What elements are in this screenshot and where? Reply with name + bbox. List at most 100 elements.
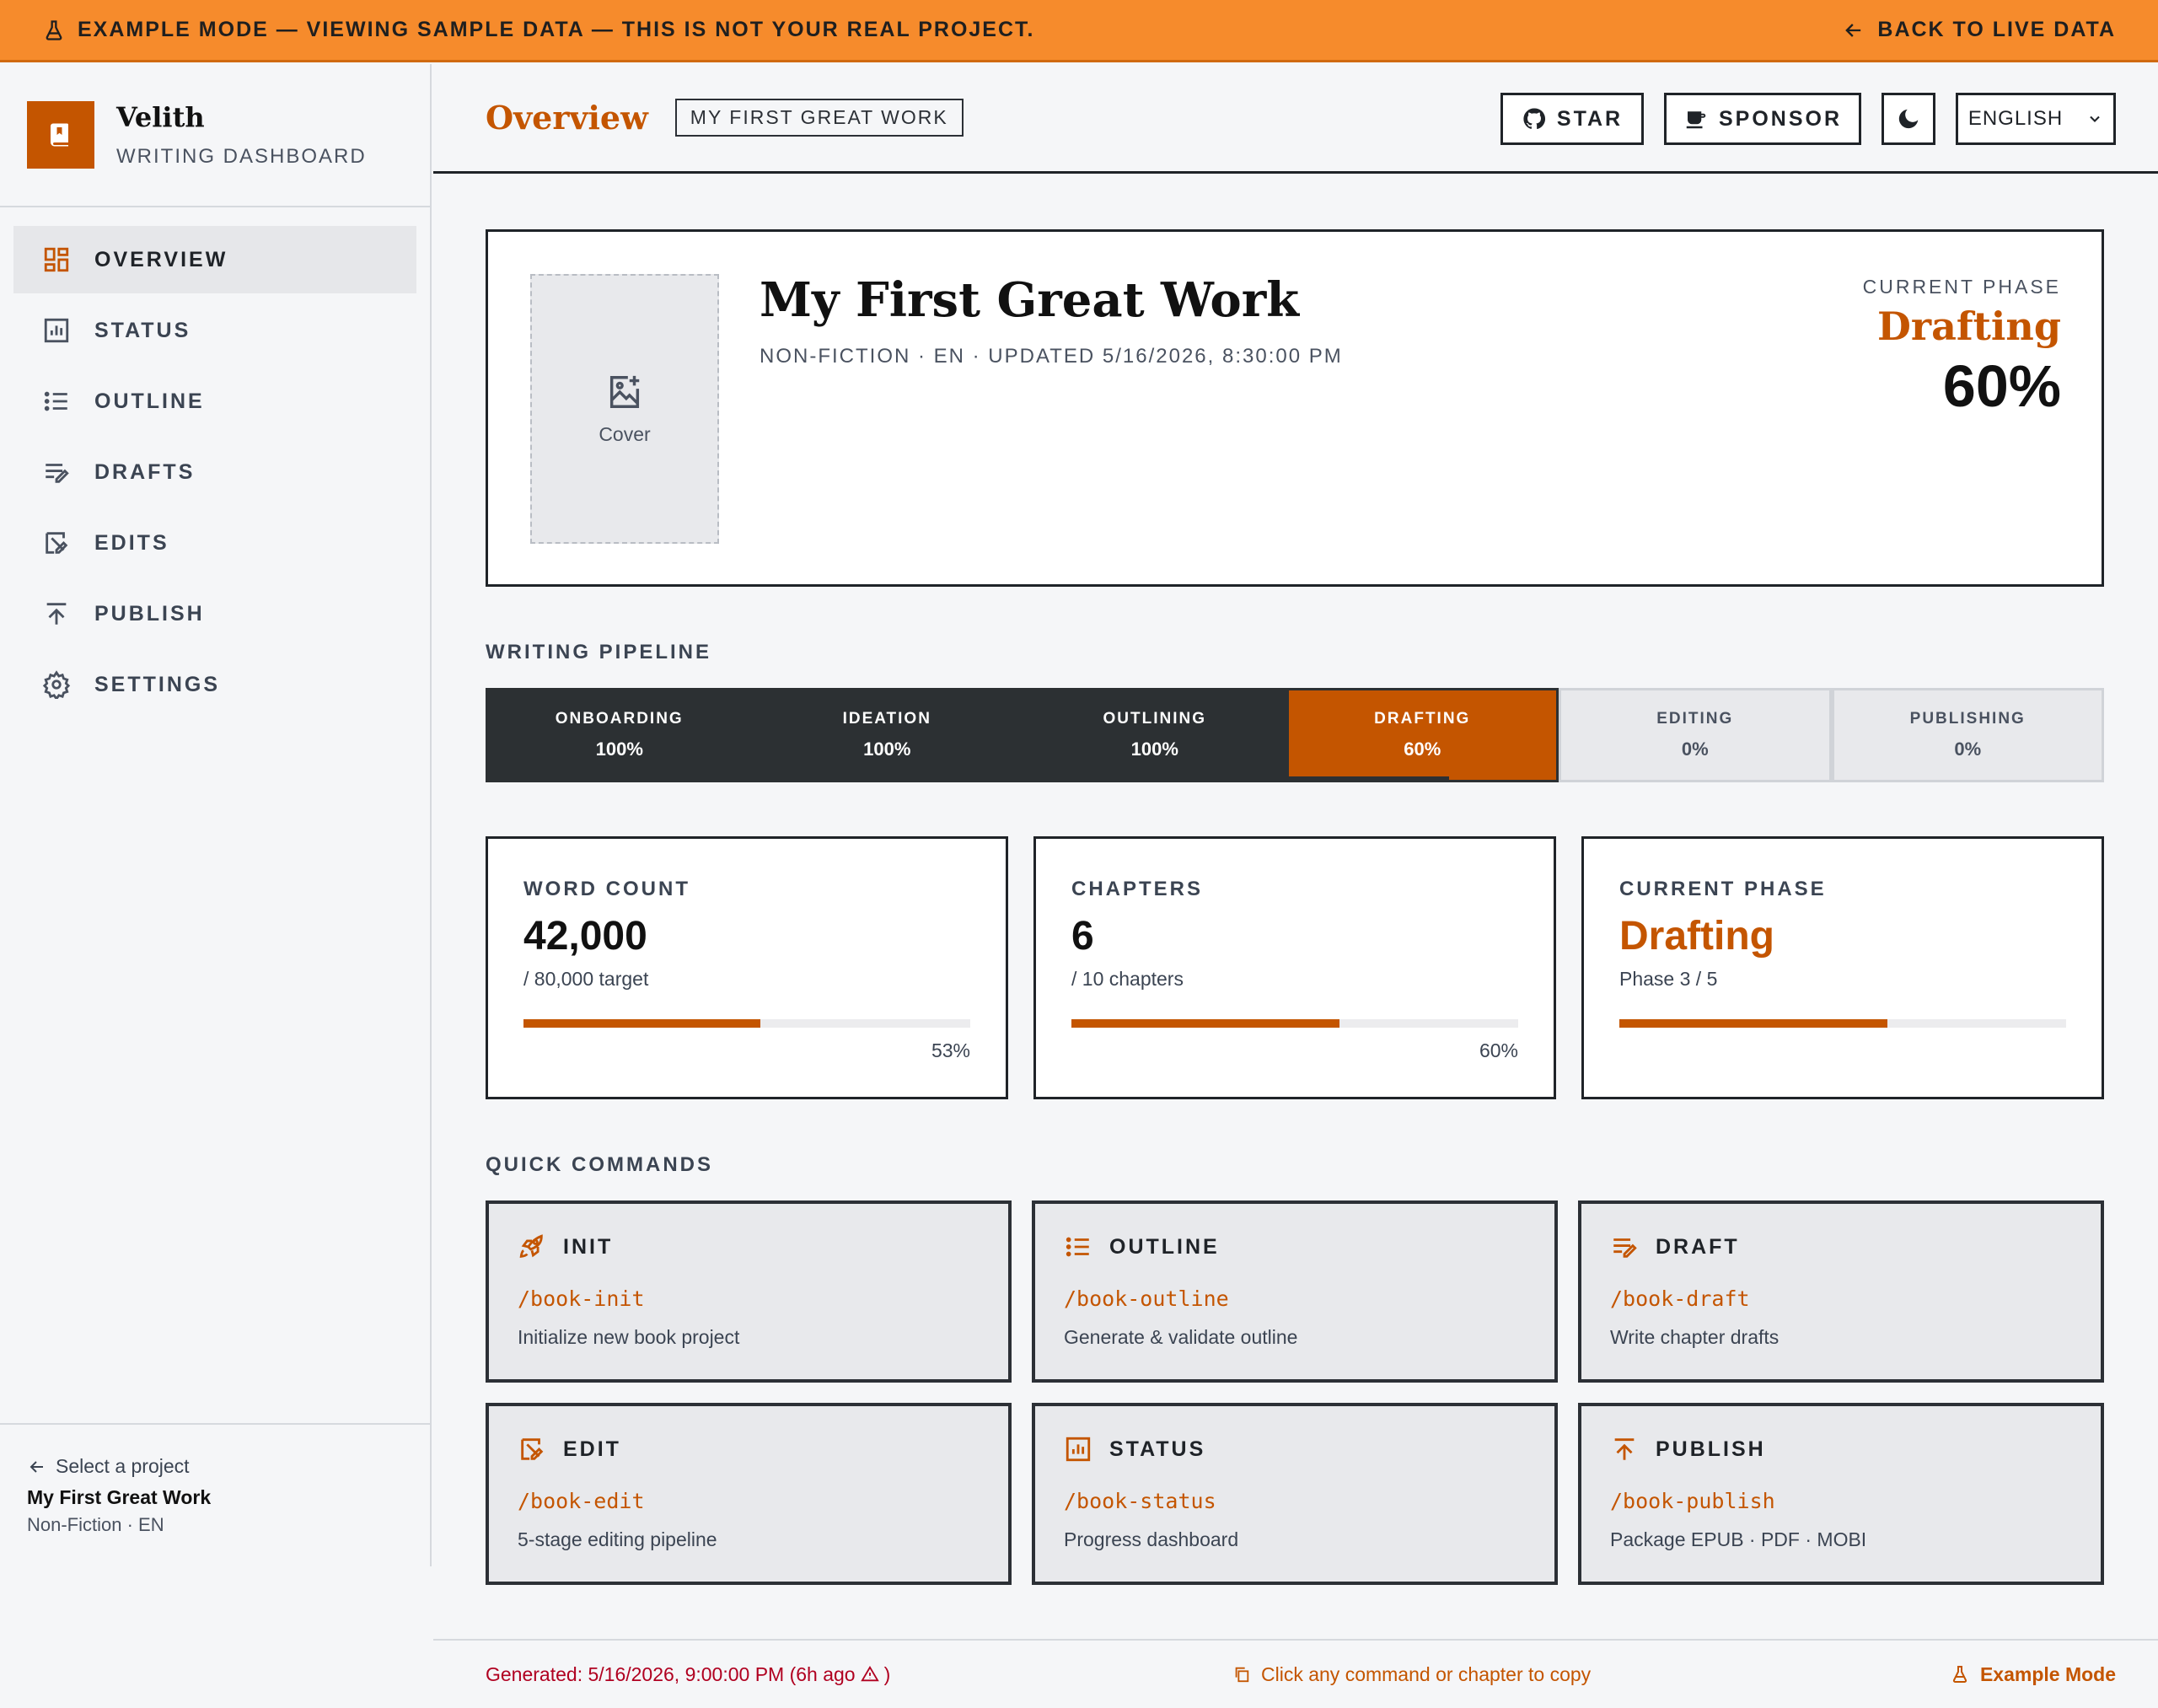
- command-code[interactable]: /book-init: [518, 1286, 1008, 1311]
- command-code[interactable]: /book-draft: [1610, 1286, 2101, 1311]
- project-selector[interactable]: Select a project My First Great Work Non…: [0, 1423, 430, 1566]
- command-title: EDIT: [563, 1437, 621, 1461]
- stage-name: ONBOARDING: [555, 710, 684, 728]
- project-hero-card: Cover My First Great Work NON-FICTION · …: [486, 229, 2104, 587]
- stage-percent: 100%: [595, 739, 643, 760]
- command-title: DRAFT: [1656, 1234, 1740, 1259]
- arrow-left-icon: [1845, 23, 1861, 37]
- sidebar-item-label: STATUS: [94, 318, 191, 342]
- sidebar-item-label: DRAFTS: [94, 459, 196, 484]
- command-description: Package EPUB · PDF · MOBI: [1610, 1528, 1867, 1550]
- sidebar-item-settings[interactable]: SETTINGS: [13, 651, 416, 718]
- pipeline-stage-drafting: DRAFTING 60%: [1288, 688, 1559, 782]
- pipeline-stage-publishing: PUBLISHING 0%: [1831, 688, 2104, 782]
- command-card-init[interactable]: INIT /book-init Initialize new book proj…: [486, 1200, 1012, 1383]
- chart-icon: [44, 318, 69, 343]
- command-description: Initialize new book project: [518, 1326, 740, 1348]
- command-title: PUBLISH: [1656, 1437, 1766, 1461]
- cover-placeholder[interactable]: Cover: [530, 274, 719, 544]
- pipeline-stage-editing: EDITING 0%: [1559, 688, 1832, 782]
- warning-icon: [860, 1665, 879, 1682]
- theme-toggle-button[interactable]: [1882, 93, 1935, 145]
- current-project-title: My First Great Work: [27, 1486, 212, 1508]
- chart-icon: [1066, 1437, 1091, 1462]
- current-project-meta: Non-Fiction · EN: [27, 1514, 164, 1535]
- star-label: STAR: [1556, 106, 1624, 131]
- banner-text: EXAMPLE MODE — VIEWING SAMPLE DATA — THI…: [78, 18, 1035, 41]
- example-mode-indicator[interactable]: Example Mode: [1950, 1663, 2116, 1686]
- stat-label: CHAPTERS: [1071, 878, 1204, 900]
- stage-name: IDEATION: [842, 710, 931, 728]
- generated-timestamp: Generated: 5/16/2026, 9:00:00 PM (6h ago…: [486, 1663, 890, 1686]
- stat-progress-track: [523, 1019, 970, 1028]
- project-meta: NON-FICTION · EN · UPDATED 5/16/2026, 8:…: [760, 345, 1343, 368]
- stat-value: 42,000: [523, 914, 647, 959]
- stage-name: PUBLISHING: [1909, 710, 2026, 728]
- stat-progress-fill: [1619, 1019, 1887, 1028]
- stat-progress-track: [1071, 1019, 1518, 1028]
- pipeline-stage-ideation: IDEATION 100%: [753, 688, 1021, 782]
- select-project-label[interactable]: Select a project: [56, 1455, 190, 1478]
- copy-icon: [1235, 1667, 1249, 1683]
- sidebar-item-edits[interactable]: EDITS: [13, 509, 416, 577]
- draft-pen-icon: [46, 464, 69, 483]
- command-card-status[interactable]: STATUS /book-status Progress dashboard: [1032, 1403, 1558, 1585]
- sidebar: Velith WRITING DASHBOARD OVERVIEW STATUS…: [0, 64, 432, 1566]
- gear-icon: [42, 670, 71, 699]
- banner-message: EXAMPLE MODE — VIEWING SAMPLE DATA — THI…: [42, 18, 1034, 42]
- sponsor-button[interactable]: SPONSOR: [1664, 93, 1861, 145]
- sponsor-label: SPONSOR: [1718, 106, 1843, 131]
- sidebar-item-label: OUTLINE: [94, 389, 205, 413]
- cover-label: Cover: [599, 422, 651, 445]
- current-phase-label: CURRENT PHASE: [1862, 276, 2061, 298]
- command-description: Write chapter drafts: [1610, 1326, 1780, 1348]
- example-mode-label: Example Mode: [1979, 1662, 2116, 1685]
- arrow-left-icon: [30, 1460, 43, 1473]
- stat-value: 6: [1071, 914, 1094, 959]
- command-title: OUTLINE: [1109, 1234, 1220, 1259]
- stage-progress-bar: [1288, 776, 1449, 780]
- star-button[interactable]: STAR: [1500, 93, 1644, 145]
- status-footer: Generated: 5/16/2026, 9:00:00 PM (6h ago…: [433, 1639, 2158, 1708]
- command-code[interactable]: /book-outline: [1064, 1286, 1554, 1311]
- command-description: Generate & validate outline: [1064, 1326, 1298, 1348]
- sidebar-item-drafts[interactable]: DRAFTS: [13, 438, 416, 506]
- copy-hint-text: Click any command or chapter to copy: [1261, 1662, 1592, 1685]
- dashboard-icon: [44, 247, 69, 272]
- command-code[interactable]: /book-status: [1064, 1489, 1554, 1513]
- select-project-link[interactable]: Select a project: [27, 1455, 430, 1478]
- command-card-publish[interactable]: PUBLISH /book-publish Package EPUB · PDF…: [1578, 1403, 2104, 1585]
- back-to-live-link[interactable]: BACK TO LIVE DATA: [1842, 18, 2116, 42]
- sidebar-item-status[interactable]: STATUS: [13, 297, 416, 364]
- stage-name: OUTLINING: [1103, 710, 1206, 728]
- back-to-live-label[interactable]: BACK TO LIVE DATA: [1877, 18, 2116, 42]
- current-phase-card: CURRENT PHASE Drafting Phase 3 / 5: [1581, 836, 2104, 1099]
- sidebar-item-outline[interactable]: OUTLINE: [13, 368, 416, 435]
- command-card-outline[interactable]: OUTLINE /book-outline Generate & validat…: [1032, 1200, 1558, 1383]
- upload-icon: [1614, 1438, 1635, 1460]
- stage-percent: 60%: [1404, 739, 1441, 760]
- command-card-edit[interactable]: EDIT /book-edit 5-stage editing pipeline: [486, 1403, 1012, 1585]
- command-card-draft[interactable]: DRAFT /book-draft Write chapter drafts: [1578, 1200, 2104, 1383]
- command-code[interactable]: /book-publish: [1610, 1489, 2101, 1513]
- flask-icon: [1952, 1666, 1967, 1683]
- language-select[interactable]: ENGLISH: [1956, 93, 2116, 145]
- command-code[interactable]: /book-edit: [518, 1489, 1008, 1513]
- sidebar-item-publish[interactable]: PUBLISH: [13, 580, 416, 647]
- sidebar-item-label: SETTINGS: [94, 672, 221, 696]
- chevron-down-icon: [2090, 115, 2100, 122]
- list-icon: [1066, 1237, 1089, 1257]
- sidebar-item-label: PUBLISH: [94, 601, 205, 626]
- command-description: 5-stage editing pipeline: [518, 1528, 717, 1550]
- pipeline-section-label: WRITING PIPELINE: [486, 641, 712, 663]
- generated-text-end: ): [883, 1662, 891, 1685]
- brand-logo: [27, 101, 94, 169]
- page-title: Overview: [486, 99, 648, 137]
- generated-text: Generated: 5/16/2026, 9:00:00 PM (6h ago: [486, 1662, 856, 1685]
- command-title: INIT: [563, 1234, 614, 1259]
- brand-subtitle: WRITING DASHBOARD: [116, 145, 367, 168]
- add-image-icon: [609, 375, 640, 408]
- sidebar-item-overview[interactable]: OVERVIEW: [13, 226, 416, 293]
- stat-progress-track: [1619, 1019, 2066, 1028]
- stage-percent: 0%: [1954, 739, 1982, 760]
